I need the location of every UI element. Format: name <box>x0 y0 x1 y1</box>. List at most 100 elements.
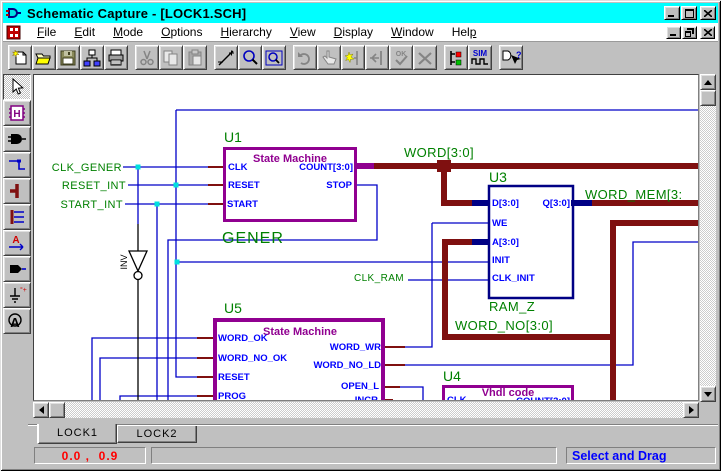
tool-power-ground[interactable]: °+ <box>3 282 31 308</box>
maximize-button[interactable] <box>681 6 697 20</box>
menu-item-hierarchy[interactable]: Hierarchy <box>211 23 280 41</box>
ref-u5: U5 <box>224 300 242 316</box>
horizontal-scrollbar[interactable] <box>33 402 699 418</box>
horizontal-scroll-thumb[interactable] <box>49 402 65 418</box>
end-connection-button[interactable] <box>365 45 389 70</box>
ok-button[interactable]: OK <box>389 45 413 70</box>
arrow-up-icon <box>704 80 712 85</box>
scroll-down-button[interactable] <box>700 386 716 402</box>
tool-draw-wire[interactable] <box>3 152 31 178</box>
document-system-icon[interactable] <box>6 25 22 40</box>
tool-select[interactable] <box>3 74 31 100</box>
arrow-left-icon <box>39 406 44 414</box>
main-toolbar: OK SIM <box>3 43 718 74</box>
menu-item-edit[interactable]: Edit <box>65 23 104 41</box>
copy-button[interactable] <box>159 45 183 70</box>
ref-u3: U3 <box>489 169 507 185</box>
mdi-restore-button[interactable] <box>682 26 697 39</box>
netlist-check-button[interactable] <box>444 45 468 70</box>
probe-button[interactable]: ? <box>499 45 523 70</box>
pin-u3-we: WE <box>492 218 507 229</box>
zoom-scale-button[interactable] <box>214 45 238 70</box>
net-label-clk-gener: CLK_GENER <box>52 162 122 174</box>
pin-u5-reset: RESET <box>218 372 250 383</box>
close-button[interactable] <box>700 6 716 20</box>
menu-item-window[interactable]: Window <box>382 23 443 41</box>
pin-u1-reset: RESET <box>228 180 260 191</box>
arrow-down-icon <box>704 392 712 397</box>
menu-item-mode[interactable]: Mode <box>104 23 152 41</box>
vertical-scrollbar[interactable] <box>700 74 716 402</box>
tool-place-part[interactable] <box>3 126 31 152</box>
pin-u5-prog: PROG <box>218 391 246 400</box>
tool-bus-entry[interactable] <box>3 204 31 230</box>
select-arrow-icon <box>7 77 27 97</box>
status-coordinates: 0.0 , 0.9 <box>34 447 146 464</box>
app-icon <box>6 6 22 21</box>
simulate-button[interactable]: SIM <box>468 45 492 70</box>
menu-item-view[interactable]: View <box>281 23 325 41</box>
status-mode: Select and Drag <box>566 447 716 464</box>
menu-item-options[interactable]: Options <box>152 23 211 41</box>
scroll-up-button[interactable] <box>700 74 716 90</box>
clipboard-icon <box>186 49 204 67</box>
inverter-symbol[interactable] <box>129 224 147 400</box>
drag-hand-button[interactable] <box>317 45 341 70</box>
menu-bar: File Edit Mode Options Hierarchy View Di… <box>3 23 718 42</box>
menu-item-help[interactable]: Help <box>443 23 486 41</box>
pin-u3-q: Q[3:0] <box>543 198 570 209</box>
svg-text:°+: °+ <box>20 286 27 294</box>
print-button[interactable] <box>104 45 128 70</box>
hierarchy-navigator-button[interactable] <box>80 45 104 70</box>
tool-net-label[interactable]: A <box>3 230 31 256</box>
hierarchy-chip-icon: H <box>7 103 27 123</box>
schematic-canvas[interactable]: CLK_GENER RESET_INT START_INT CLK_RAM WO… <box>33 74 699 401</box>
net-label-reset-int: RESET_INT <box>62 180 126 192</box>
menu-item-display[interactable]: Display <box>325 23 382 41</box>
drawing-toolbar: H A <box>3 74 33 334</box>
scroll-right-button[interactable] <box>683 402 699 418</box>
arrow-to-pin-icon <box>368 49 386 67</box>
menu-item-file[interactable]: File <box>28 23 65 41</box>
tool-text[interactable]: A <box>3 308 31 334</box>
mdi-minimize-button[interactable] <box>666 26 681 39</box>
save-button[interactable] <box>56 45 80 70</box>
arrow-right-icon <box>689 406 694 414</box>
mdi-close-button[interactable] <box>700 26 715 39</box>
caption-gener: GENER <box>222 230 284 247</box>
part-init-button[interactable] <box>341 45 365 70</box>
maximize-icon <box>685 9 694 18</box>
paste-button[interactable] <box>183 45 207 70</box>
ref-u4: U4 <box>443 368 461 384</box>
ground-symbol-icon: °+ <box>7 285 27 305</box>
tab-lock1[interactable]: LOCK1 <box>37 424 117 444</box>
mdi-close-icon <box>704 29 712 36</box>
probe-gate-icon: ? <box>501 48 521 67</box>
vertical-scroll-thumb[interactable] <box>700 90 716 106</box>
wire-icon <box>7 155 27 175</box>
zoom-window-button[interactable] <box>262 45 286 70</box>
minimize-icon <box>668 10 676 17</box>
mdi-minimize-icon <box>670 29 678 36</box>
zoom-in-button[interactable] <box>238 45 262 70</box>
cancel-button[interactable] <box>413 45 437 70</box>
tool-port[interactable] <box>3 256 31 282</box>
open-button[interactable] <box>32 45 56 70</box>
bus-label-word-no: WORD_NO[3:0] <box>455 318 553 333</box>
caption-ram-z: RAM_Z <box>489 299 535 314</box>
new-document-icon <box>11 49 29 67</box>
zoom-plus-minus-icon <box>217 49 235 67</box>
wire-net[interactable] <box>92 110 698 400</box>
scroll-left-button[interactable] <box>33 402 49 418</box>
sim-waveform-icon: SIM <box>470 48 490 67</box>
cut-button[interactable] <box>135 45 159 70</box>
printer-icon <box>107 49 125 67</box>
new-button[interactable] <box>8 45 32 70</box>
title-bar[interactable]: Schematic Capture - [LOCK1.SCH] <box>3 3 718 23</box>
minimize-button[interactable] <box>664 6 680 20</box>
undo-button[interactable] <box>293 45 317 70</box>
pin-u5-open-l: OPEN_L <box>341 381 379 392</box>
tool-draw-bus[interactable] <box>3 178 31 204</box>
tool-hierarchy-block[interactable]: H <box>3 100 31 126</box>
tab-lock2[interactable]: LOCK2 <box>117 426 197 443</box>
